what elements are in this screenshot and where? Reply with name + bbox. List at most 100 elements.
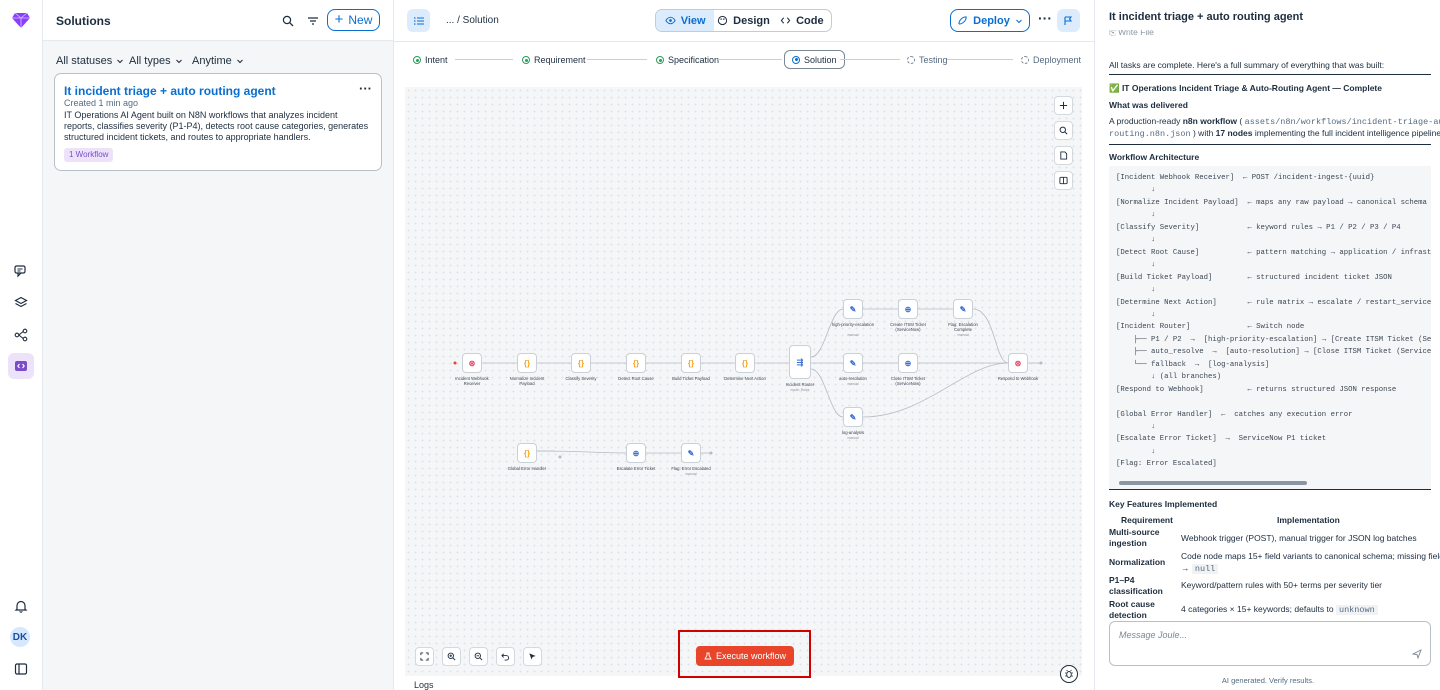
node-sublabel: manual bbox=[685, 472, 697, 476]
search-icon[interactable] bbox=[277, 10, 299, 32]
architecture-heading: Workflow Architecture bbox=[1109, 152, 1200, 162]
solution-card[interactable]: It incident triage + auto routing agent … bbox=[54, 73, 382, 171]
note-icon[interactable] bbox=[1054, 146, 1073, 165]
card-title[interactable]: It incident triage + auto routing agent bbox=[64, 84, 276, 98]
filter-time-label: Anytime bbox=[192, 55, 232, 67]
message-input-box[interactable]: Message Joule... bbox=[1109, 621, 1431, 666]
text: Code node maps 15+ field variants to can… bbox=[1181, 551, 1440, 561]
step-solution[interactable]: Solution bbox=[784, 50, 845, 69]
zoom-add-icon[interactable] bbox=[1054, 96, 1073, 115]
list-toggle-icon[interactable] bbox=[407, 9, 430, 32]
node-type-icon: ✎ bbox=[849, 412, 857, 422]
text: Keyword/pattern rules with 50+ terms per… bbox=[1181, 580, 1383, 590]
filter-icon[interactable] bbox=[302, 10, 324, 32]
workflow-node[interactable]: ⊕ bbox=[626, 443, 646, 463]
filter-type[interactable]: All types bbox=[129, 55, 183, 67]
workflow-node[interactable]: ⊛ bbox=[1008, 353, 1028, 373]
step-label: Solution bbox=[804, 54, 837, 65]
more-icon[interactable]: ··· bbox=[359, 82, 372, 95]
horizontal-scrollbar[interactable] bbox=[1119, 481, 1307, 485]
workflow-node[interactable]: ✎ bbox=[843, 407, 863, 427]
active-dot-icon bbox=[792, 55, 800, 64]
assistant-panel: It incident triage + auto routing agent … bbox=[1094, 0, 1440, 690]
workflow-node[interactable]: ⊕ bbox=[898, 353, 918, 373]
panel-icon[interactable] bbox=[1054, 171, 1073, 190]
sidebar-icon[interactable] bbox=[8, 656, 34, 682]
text-bold: n8n workflow bbox=[1182, 116, 1238, 126]
workflow-node[interactable]: ✎ bbox=[953, 299, 973, 319]
workflow-node[interactable]: ✎ bbox=[681, 443, 701, 463]
node-sublabel: manual bbox=[847, 333, 859, 337]
workflow-node[interactable]: ⊛ bbox=[462, 353, 482, 373]
step-intent[interactable]: Intent bbox=[413, 55, 448, 65]
text-bold: 17 nodes bbox=[1215, 128, 1253, 138]
step-requirement[interactable]: Requirement bbox=[522, 55, 586, 65]
architecture-line: [Flag: Error Escalated] bbox=[1116, 460, 1217, 469]
filter-type-label: All types bbox=[129, 55, 171, 67]
workflow-node[interactable]: {} bbox=[517, 353, 537, 373]
workflow-node[interactable]: ⇶ bbox=[789, 345, 811, 379]
node-label: Respond to Webhook bbox=[997, 376, 1039, 381]
node-type-icon: ⊛ bbox=[468, 358, 476, 368]
text: 4 categories × 15+ keywords; defaults to bbox=[1181, 604, 1336, 614]
bug-icon[interactable] bbox=[1060, 665, 1078, 683]
text: implementing the full incident intellige… bbox=[1252, 128, 1440, 138]
workflow-node[interactable]: {} bbox=[517, 443, 537, 463]
node-sublabel: mode: Rules bbox=[790, 388, 810, 392]
assistant-toggle-icon[interactable] bbox=[1057, 9, 1080, 32]
workflow-node[interactable]: {} bbox=[681, 353, 701, 373]
deploy-button[interactable]: Deploy bbox=[950, 9, 1030, 32]
bell-icon[interactable] bbox=[8, 593, 34, 619]
table-header-requirement: Requirement bbox=[1121, 515, 1173, 525]
step-label: Intent bbox=[425, 55, 448, 65]
text: → bbox=[1181, 563, 1192, 573]
avatar[interactable]: DK bbox=[10, 627, 30, 647]
workflow-count-badge: 1 Workflow bbox=[64, 148, 114, 162]
feature-implementation: Code node maps 15+ field variants to can… bbox=[1181, 550, 1440, 575]
workflow-node[interactable]: ✎ bbox=[843, 299, 863, 319]
logs-tab[interactable]: Logs bbox=[414, 680, 434, 690]
architecture-line: ↓ (all branches) bbox=[1116, 373, 1222, 382]
step-specification[interactable]: Specification bbox=[656, 55, 719, 65]
logo-diamond-icon[interactable] bbox=[8, 7, 34, 33]
more-icon[interactable]: ··· bbox=[1038, 11, 1052, 25]
architecture-line: ↓ bbox=[1116, 236, 1156, 245]
filter-status-label: All statuses bbox=[56, 55, 113, 67]
tab-code[interactable]: Code bbox=[773, 10, 831, 31]
zoom-in-icon[interactable] bbox=[442, 647, 461, 666]
workflow-node[interactable]: {} bbox=[571, 353, 591, 373]
pointer-icon[interactable] bbox=[523, 647, 542, 666]
tab-design-label: Design bbox=[733, 14, 770, 27]
undo-icon[interactable] bbox=[496, 647, 515, 666]
workflow-node[interactable]: ⊕ bbox=[898, 299, 918, 319]
chevron-down-icon bbox=[236, 57, 244, 65]
check-dot-icon bbox=[522, 56, 530, 64]
layers-icon[interactable] bbox=[8, 290, 34, 316]
code-icon[interactable] bbox=[8, 353, 34, 379]
tab-view[interactable]: View bbox=[656, 10, 715, 31]
search-icon[interactable] bbox=[1054, 121, 1073, 140]
workflow-icon[interactable] bbox=[8, 322, 34, 348]
message-input-placeholder[interactable]: Message Joule... bbox=[1119, 630, 1187, 640]
workflow-node[interactable]: {} bbox=[735, 353, 755, 373]
tab-design[interactable]: Design bbox=[714, 10, 772, 31]
architecture-line: ↓ bbox=[1116, 310, 1156, 319]
workflow-canvas[interactable]: ⊛ Incident Webhook Receiver {} Normalize In… bbox=[405, 87, 1082, 683]
execute-workflow-button[interactable]: Execute workflow bbox=[696, 646, 794, 666]
step-testing[interactable]: Testing bbox=[907, 55, 948, 65]
architecture-line: [Respond to Webhook] ← returns structure… bbox=[1116, 385, 1397, 394]
filter-status[interactable]: All statuses bbox=[56, 55, 124, 67]
send-icon[interactable] bbox=[1412, 649, 1422, 659]
step-deployment[interactable]: Deployment bbox=[1021, 55, 1081, 65]
architecture-line: [Incident Webhook Receiver] ← POST /inci… bbox=[1116, 174, 1375, 182]
filter-time[interactable]: Anytime bbox=[192, 55, 244, 67]
node-type-icon: {} bbox=[523, 358, 531, 368]
workflow-node[interactable]: ✎ bbox=[843, 353, 863, 373]
workflow-node[interactable]: {} bbox=[626, 353, 646, 373]
chat-icon[interactable] bbox=[8, 258, 34, 284]
fit-view-icon[interactable] bbox=[415, 647, 434, 666]
node-label: Normalize Incident Payload bbox=[509, 376, 545, 386]
zoom-out-icon[interactable] bbox=[469, 647, 488, 666]
new-button[interactable]: + New bbox=[327, 9, 380, 31]
previous-step-label: Write File bbox=[1118, 27, 1154, 37]
